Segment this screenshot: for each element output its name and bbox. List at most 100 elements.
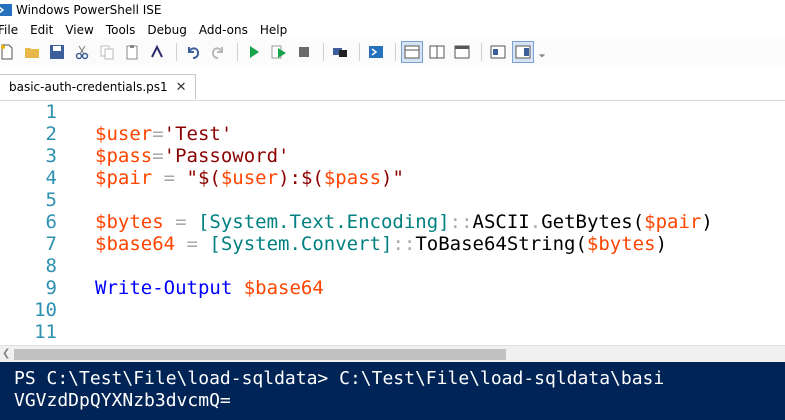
console-pane[interactable]: PS C:\Test\File\load-sqldata> C:\Test\Fi… (0, 362, 785, 420)
menu-bar: File Edit View Tools Debug Add-ons Help (0, 20, 785, 39)
toolbar-overflow-button[interactable] (537, 41, 547, 63)
start-powershell-button[interactable] (365, 41, 387, 63)
line-number: 2 (45, 123, 57, 145)
code-token: $bytes (95, 211, 164, 233)
code-token: = (152, 145, 164, 167)
code-token: = (175, 233, 210, 255)
menu-help[interactable]: Help (260, 23, 287, 37)
code-line[interactable]: 8 (0, 255, 95, 277)
menu-edit[interactable]: Edit (30, 23, 53, 37)
code-line[interactable]: 5 (0, 189, 95, 211)
run-button[interactable] (243, 41, 265, 63)
undo-icon (188, 47, 200, 59)
line-number: 4 (45, 167, 57, 189)
menu-debug[interactable]: Debug (147, 23, 186, 37)
code-line[interactable]: 4 $pair = "$($user):$($pass)" (0, 167, 404, 189)
code-token: :: (392, 233, 416, 255)
close-icon[interactable]: ✕ (176, 80, 187, 95)
code-token: GetBytes( (541, 211, 645, 233)
console-prompt-line: PS C:\Test\File\load-sqldata> C:\Test\Fi… (14, 368, 665, 389)
scrollbar-thumb[interactable] (14, 349, 506, 360)
code-text: $bytes = [System.Text.Encoding]::ASCII.G… (95, 211, 713, 233)
undo-button[interactable] (182, 41, 204, 63)
code-token: ToBase64String( (415, 233, 587, 255)
horizontal-scrollbar[interactable]: ❮ (0, 345, 785, 363)
code-token: 'Test' (163, 123, 233, 145)
code-line[interactable]: 2 $user='Test' (0, 123, 233, 145)
run-selection-button[interactable] (268, 41, 290, 63)
layout-max-icon (454, 45, 470, 59)
code-line[interactable]: 9 Write-Output $base64 (0, 277, 324, 299)
stop-icon (299, 47, 309, 57)
line-number: 5 (45, 189, 57, 211)
code-token: "$( (186, 167, 221, 189)
title-bar: Windows PowerShell ISE (0, 0, 785, 20)
run-selection-icon (271, 45, 286, 59)
menu-file[interactable]: File (0, 23, 18, 37)
addon-pane-button[interactable] (512, 41, 534, 63)
code-token: 'Passoword' (163, 145, 290, 167)
code-token: $bytes (586, 233, 656, 255)
cut-icon (75, 45, 89, 60)
tab-basic-auth-credentials[interactable]: basic-auth-credentials.ps1 ✕ (0, 74, 196, 99)
console-button[interactable] (146, 41, 168, 63)
code-token: ) (655, 233, 668, 255)
code-token: = (163, 211, 198, 233)
run-icon (250, 46, 259, 58)
save-icon (50, 45, 64, 59)
toolbar-separator (359, 43, 360, 61)
code-token: ) (701, 211, 713, 233)
menu-tools[interactable]: Tools (106, 23, 136, 37)
save-button[interactable] (46, 41, 68, 63)
code-token: $base64 (95, 233, 176, 255)
script-tab-strip: basic-auth-credentials.ps1 ✕ (0, 68, 785, 101)
code-text: $pair = "$($user):$($pass)" (95, 167, 404, 189)
powershell-icon (369, 46, 383, 58)
remote-icon (333, 48, 347, 57)
new-icon (1, 44, 13, 60)
code-token: $pass (95, 145, 153, 167)
remote-powershell-button[interactable] (329, 41, 351, 63)
script-editor[interactable]: 1 2 $user='Test' 3 $pass='Passoword' 4 $pair =… (0, 101, 785, 345)
code-line[interactable]: 3 $pass='Passoword' (0, 145, 290, 167)
console-icon (151, 44, 163, 58)
paste-icon (126, 45, 138, 60)
layout-top-icon (404, 45, 420, 59)
line-number: 11 (34, 321, 57, 343)
code-line[interactable]: 7 $base64 = [System.Convert]::ToBase64Str… (0, 233, 667, 255)
open-icon (25, 48, 39, 58)
code-token: $pair (644, 211, 702, 233)
copy-button[interactable] (96, 41, 118, 63)
line-number: 1 (45, 101, 57, 123)
menu-view[interactable]: View (65, 23, 93, 37)
layout-max-button[interactable] (451, 41, 473, 63)
redo-icon (211, 47, 223, 59)
menu-addons[interactable]: Add-ons (199, 23, 248, 37)
code-text: $pass='Passoword' (95, 145, 290, 167)
code-line[interactable]: 1 (0, 101, 95, 123)
cut-button[interactable] (71, 41, 93, 63)
stop-button[interactable] (293, 41, 315, 63)
scroll-left-icon[interactable]: ❮ (2, 348, 10, 359)
paste-button[interactable] (121, 41, 143, 63)
code-token: )" (381, 167, 404, 189)
code-text: $user='Test' (95, 123, 232, 145)
new-button[interactable] (0, 41, 18, 63)
overflow-icon (539, 54, 545, 57)
toolbar (0, 39, 785, 65)
code-line[interactable]: 10 (0, 299, 95, 321)
open-button[interactable] (21, 41, 43, 63)
powershell-app-icon (0, 4, 12, 16)
show-commands-icon (490, 45, 506, 59)
window-title: Windows PowerShell ISE (16, 3, 162, 17)
code-token: = (152, 167, 187, 189)
code-token: [System.Convert] (209, 233, 393, 255)
code-line[interactable]: 11 (0, 321, 95, 343)
layout-right-button[interactable] (426, 41, 448, 63)
code-line[interactable]: 6 $bytes = [System.Text.Encoding]::ASCII.… (0, 211, 713, 233)
layout-top-button[interactable] (401, 41, 423, 63)
code-text: $base64 = [System.Convert]::ToBase64Stri… (95, 233, 667, 255)
show-commands-button[interactable] (487, 41, 509, 63)
redo-button[interactable] (207, 41, 229, 63)
